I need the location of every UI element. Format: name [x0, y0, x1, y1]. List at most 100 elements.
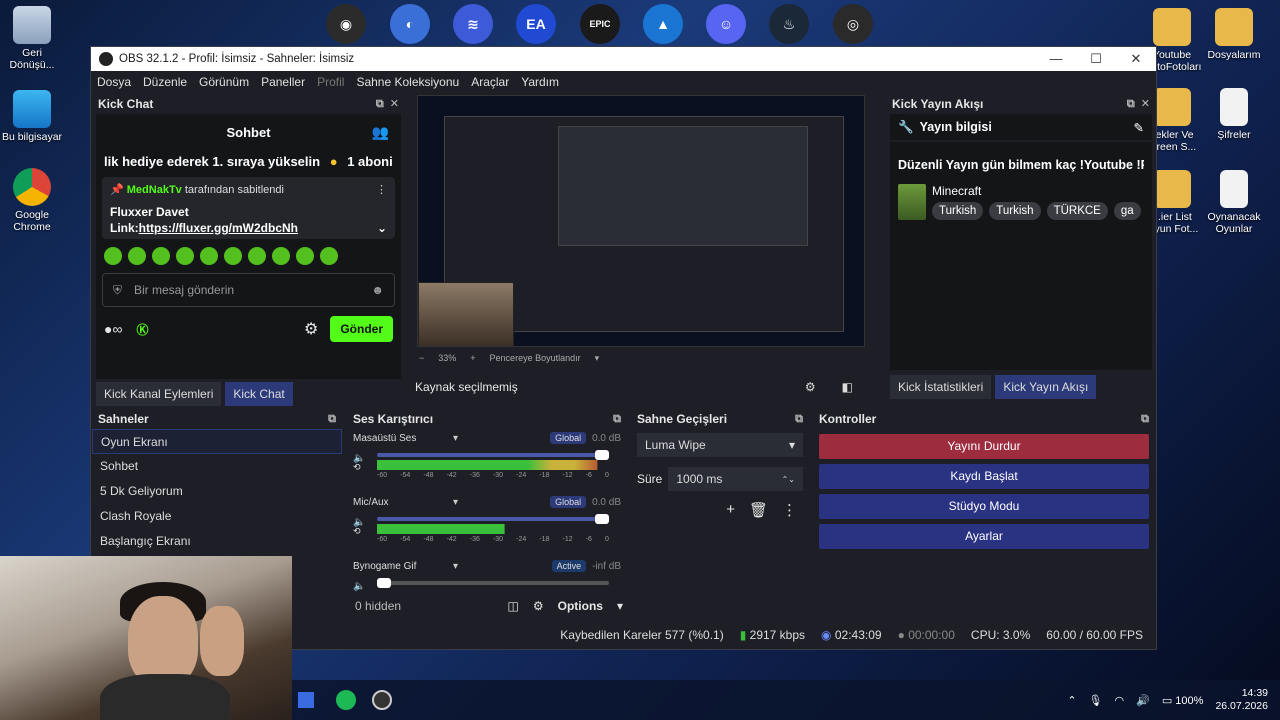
desktop-icon-passwords[interactable]: Şifreler — [1202, 88, 1266, 141]
chevron-down-icon[interactable]: ⌄ — [377, 220, 387, 236]
menu-view[interactable]: Görünüm — [199, 75, 249, 89]
scene-item[interactable]: Sohbet — [92, 454, 342, 479]
dock-controls[interactable]: ⧉ ✕ — [1127, 97, 1150, 111]
menu-edit[interactable]: Düzenle — [143, 75, 187, 89]
dock-controls[interactable]: ⧉ ✕ — [376, 97, 399, 111]
menu-file[interactable]: Dosya — [97, 75, 131, 89]
gear-icon[interactable]: ⚙ — [533, 599, 544, 613]
dock-float-icon[interactable]: ⧉ — [328, 413, 336, 426]
emote-icon[interactable] — [128, 247, 146, 265]
taskbar-app-icon[interactable] — [298, 692, 314, 708]
emote-icon[interactable] — [200, 247, 218, 265]
chevron-down-icon[interactable]: ▾ — [453, 497, 458, 508]
clock[interactable]: 14:39 26.07.2026 — [1215, 687, 1268, 713]
minimize-button[interactable]: — — [1036, 51, 1076, 67]
dock-float-icon[interactable]: ⧉ — [1141, 413, 1149, 426]
dock-float-icon[interactable]: ⧉ — [795, 413, 803, 426]
duration-input[interactable]: 1000 ms ⌃⌄ — [668, 467, 803, 491]
start-recording-button[interactable]: Kaydı Başlat — [819, 464, 1149, 489]
pinned-link[interactable]: https://fluxer.gg/mW2dbcNh — [139, 221, 298, 235]
emote-icon[interactable] — [152, 247, 170, 265]
pinned-message[interactable]: 📌 MedNakTv tarafından sabitlendi ⋮ Fluxx… — [102, 177, 395, 239]
app-mountain-icon[interactable]: ▲ — [643, 4, 683, 44]
infinity-icon[interactable]: ●∞ — [104, 321, 122, 337]
desktop-icon-my-files[interactable]: Dosyalarım — [1202, 8, 1266, 61]
zoom-in-icon[interactable]: + — [470, 353, 475, 363]
kick-logo-icon[interactable]: Ⓚ — [136, 321, 148, 338]
desktop-icon-games-to-play[interactable]: Oynanacak Oyunlar — [1202, 170, 1266, 235]
chevron-down-icon[interactable]: ▾ — [453, 433, 458, 444]
link-icon[interactable]: ⟲ — [353, 526, 361, 537]
users-icon[interactable]: 👥 — [372, 124, 389, 141]
scene-item[interactable]: 5 Dk Geliyorum — [92, 479, 342, 504]
volume-slider[interactable] — [377, 450, 609, 460]
link-icon[interactable]: ⟲ — [353, 462, 361, 473]
volume-slider[interactable] — [377, 514, 609, 524]
emote-icon[interactable] — [176, 247, 194, 265]
app-spiral-icon[interactable]: ◎ — [833, 4, 873, 44]
battery-level[interactable]: ▭ 100% — [1162, 694, 1204, 707]
volume-knob[interactable] — [377, 578, 391, 588]
desktop-icon-recycle-bin[interactable]: Geri Dönüşü... — [0, 6, 64, 71]
menu-scene-collection[interactable]: Sahne Koleksiyonu — [356, 75, 459, 89]
emote-icon[interactable] — [296, 247, 314, 265]
chat-input[interactable]: ⛨ Bir mesaj gönderin ☻ — [102, 273, 395, 307]
microphone-icon[interactable]: 🎙 — [1089, 694, 1103, 707]
tab-kick-channel-actions[interactable]: Kick Kanal Eylemleri — [96, 382, 222, 406]
scene-item[interactable]: Başlangıç Ekranı — [92, 529, 342, 554]
epic-games-icon[interactable]: EPIC — [580, 4, 620, 44]
tab-kick-chat[interactable]: Kick Chat — [225, 382, 293, 406]
emote-icon[interactable] — [272, 247, 290, 265]
speaker-icon[interactable]: 🔈 — [353, 581, 365, 592]
menu-help[interactable]: Yardım — [521, 75, 559, 89]
chevron-up-icon[interactable]: ⌃ — [1067, 694, 1076, 707]
scene-item[interactable]: Clash Royale — [92, 504, 342, 529]
pinned-user[interactable]: MedNakTv — [127, 184, 182, 196]
preview-canvas[interactable] — [417, 95, 865, 347]
volume-icon[interactable]: 🔊 — [1136, 694, 1150, 707]
send-button[interactable]: Gönder — [330, 316, 393, 342]
more-icon[interactable]: ⋮ — [782, 501, 797, 519]
desktop-icon-this-pc[interactable]: Bu bilgisayar — [0, 90, 64, 143]
volume-knob[interactable] — [595, 514, 609, 524]
tab-kick-stats[interactable]: Kick İstatistikleri — [890, 375, 992, 399]
emote-icon[interactable] — [320, 247, 338, 265]
volume-knob[interactable] — [595, 450, 609, 460]
emote-icon[interactable] — [248, 247, 266, 265]
browser-icon[interactable]: ◐ — [390, 4, 430, 44]
desktop-icon-chrome[interactable]: Google Chrome — [0, 168, 64, 233]
chevron-down-icon[interactable]: ▾ — [453, 561, 458, 572]
discord-icon[interactable]: ☺ — [706, 4, 746, 44]
stop-streaming-button[interactable]: Yayını Durdur — [819, 434, 1149, 459]
chevron-down-icon[interactable]: ▾ — [617, 599, 623, 613]
emoji-icon[interactable]: ☻ — [371, 283, 384, 297]
emote-icon[interactable] — [104, 247, 122, 265]
add-icon[interactable]: + — [726, 501, 735, 519]
chevron-down-icon[interactable]: ▾ — [595, 353, 600, 364]
close-button[interactable]: ✕ — [1116, 51, 1156, 67]
stepper-icon[interactable]: ⌃⌄ — [782, 475, 795, 484]
steam-icon[interactable]: ♨ — [769, 4, 809, 44]
menu-profile[interactable]: Profil — [317, 75, 344, 89]
gear-icon[interactable]: ⚙ — [304, 319, 318, 339]
spotify-icon[interactable] — [336, 690, 356, 710]
menu-docks[interactable]: Paneller — [261, 75, 305, 89]
app-wave-icon[interactable]: ≋ — [453, 4, 493, 44]
dock-float-icon[interactable]: ⧉ — [613, 413, 621, 426]
trash-icon[interactable]: 🗑 — [749, 501, 768, 519]
title-bar[interactable]: OBS 32.1.2 - Profil: İsimsiz - Sahneler:… — [91, 47, 1156, 71]
fit-to-window[interactable]: Pencereye Boyutlandır — [490, 353, 581, 363]
menu-tools[interactable]: Araçlar — [471, 75, 509, 89]
settings-button[interactable]: Ayarlar — [819, 524, 1149, 549]
ea-icon[interactable]: EA — [516, 4, 556, 44]
maximize-button[interactable]: ☐ — [1076, 51, 1116, 67]
filter-icon[interactable]: ◧ — [842, 380, 853, 394]
tab-kick-stream-feed[interactable]: Kick Yayın Akışı — [995, 375, 1097, 399]
more-icon[interactable]: ⋮ — [376, 183, 387, 196]
options-button[interactable]: Options — [558, 599, 603, 613]
zoom-out-icon[interactable]: − — [419, 353, 424, 363]
pencil-icon[interactable]: ✎ — [1134, 120, 1144, 135]
studio-mode-button[interactable]: Stüdyo Modu — [819, 494, 1149, 519]
obs-icon[interactable]: ◉ — [326, 4, 366, 44]
scene-item[interactable]: Oyun Ekranı — [92, 429, 342, 454]
